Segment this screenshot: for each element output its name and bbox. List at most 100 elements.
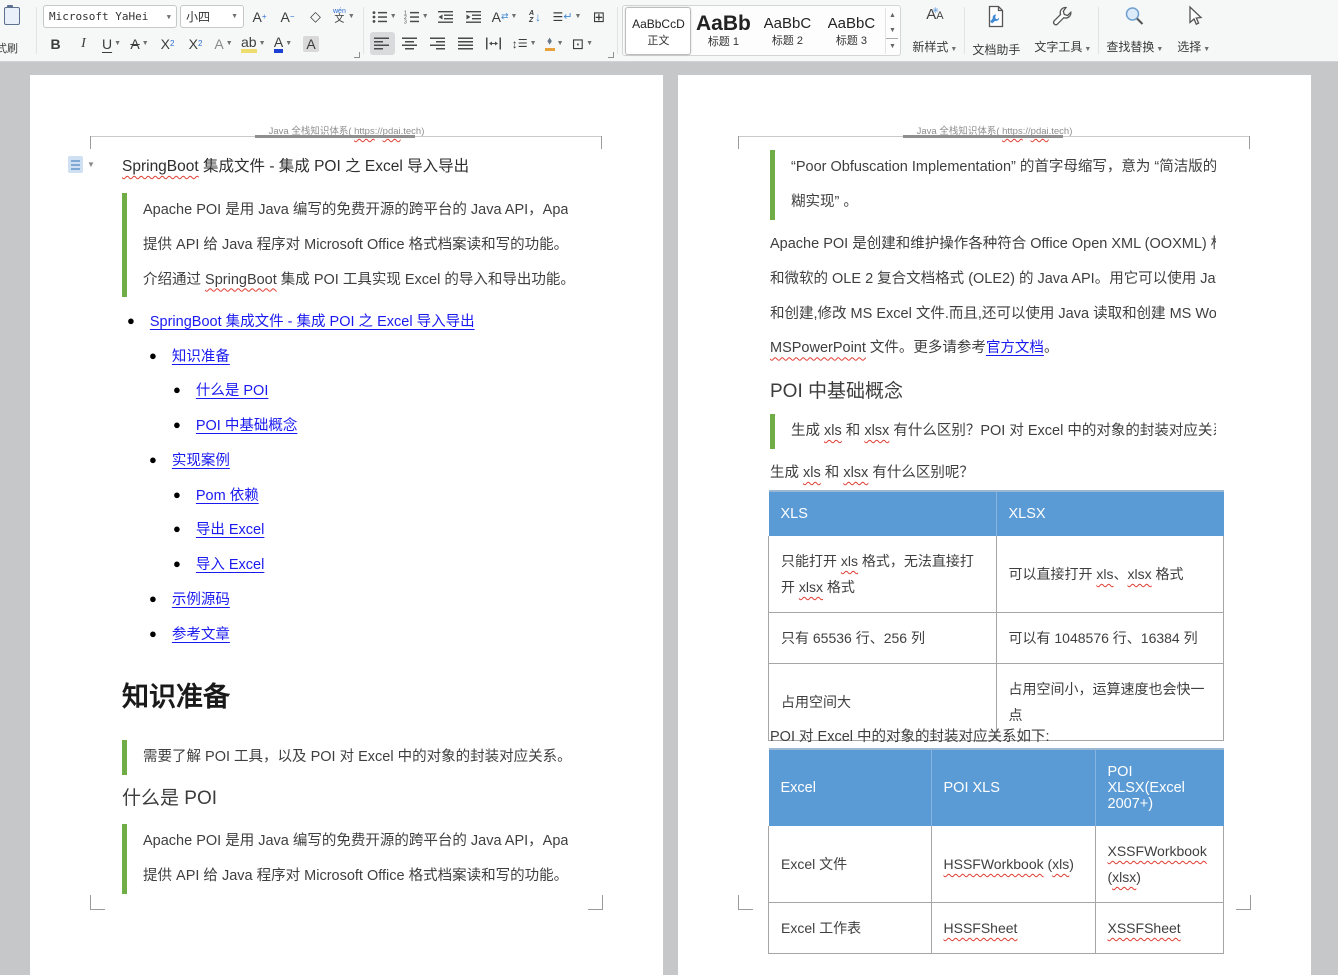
- text-line: Apache POI 是用 Java 编写的免费开源的跨平台的 Java API…: [143, 824, 568, 859]
- page-left[interactable]: Java 全栈知识体系( https://pdai.tech) ▼ Spring…: [30, 75, 663, 975]
- font-dialog-launcher[interactable]: [354, 52, 360, 58]
- style-label: 标题 1: [708, 35, 739, 49]
- font-size-value: 小四: [186, 8, 210, 25]
- insert-frame-button[interactable]: ⊞: [586, 5, 611, 28]
- new-style-button[interactable]: AA✳ 新样式▼: [905, 0, 964, 61]
- toc-link[interactable]: 知识准备: [172, 345, 230, 366]
- align-left-button[interactable]: [370, 32, 395, 55]
- superscript-button[interactable]: X2: [155, 32, 180, 55]
- borders-button[interactable]: ⊡▼: [570, 32, 596, 55]
- style-heading-2[interactable]: AaBbC 标题 2: [755, 9, 819, 53]
- text-line: MSPowerPoint 文件。更多请参考官方文档。: [770, 331, 1216, 366]
- show-marks-button[interactable]: ☰↵▼: [550, 5, 583, 28]
- strikethrough-button[interactable]: A▼: [127, 32, 152, 55]
- table-cell: XSSFWorkbook (xlsx): [1095, 826, 1224, 903]
- group-divider: [617, 7, 618, 54]
- format-painter-button[interactable]: 式刷: [0, 40, 30, 56]
- hyperlink[interactable]: 官方文档: [986, 340, 1044, 356]
- blockquote: Apache POI 是用 Java 编写的免费开源的跨平台的 Java API…: [122, 193, 568, 297]
- text-line: Apache POI 是创建和维护操作各种符合 Office Open XML …: [770, 227, 1216, 262]
- find-replace-button[interactable]: 查找替换▼: [1099, 0, 1170, 61]
- chevron-down-icon: ▼: [231, 13, 238, 20]
- font-color-button[interactable]: A▼: [271, 32, 296, 55]
- highlight-color-button[interactable]: ab▼: [239, 32, 268, 55]
- align-right-button[interactable]: [426, 32, 451, 55]
- increase-font-button[interactable]: A+: [247, 5, 272, 28]
- cursor-arrow-icon: [1183, 5, 1204, 28]
- text-run: 需要了解 POI 工具，以及 POI 对 Excel 中的对象的封装对应关系。: [143, 749, 568, 765]
- select-button[interactable]: 选择▼: [1170, 0, 1217, 61]
- numbered-list-button[interactable]: 123▼: [402, 5, 431, 28]
- text-run: 格式: [823, 579, 855, 595]
- styles-scroll-down-button[interactable]: ▼: [886, 23, 898, 38]
- character-shading-button[interactable]: A: [299, 32, 324, 55]
- document-assistant-button[interactable]: 文档助手: [965, 0, 1027, 61]
- font-size-combo[interactable]: 小四 ▼: [180, 5, 244, 28]
- paragraph-dialog-launcher[interactable]: [608, 52, 614, 58]
- font-group: Microsoft YaHei ▼ 小四 ▼ A+ A− ◇ wén文▼ B I U…: [37, 0, 363, 61]
- data-table: ExcelPOI XLSPOI XLSX(Excel 2007+)Excel 文…: [768, 748, 1224, 954]
- text-direction-button[interactable]: A⇄▼: [490, 5, 520, 28]
- toc-item: ●知识准备: [122, 338, 576, 373]
- shading-button[interactable]: ⬧▼: [542, 32, 567, 55]
- sort-button[interactable]: AZ↓: [522, 5, 547, 28]
- style-heading-1[interactable]: AaBb 标题 1: [691, 9, 755, 53]
- text-run: 有什么区别呢？: [868, 465, 974, 481]
- text-effects-button[interactable]: A▼: [211, 32, 236, 55]
- decrease-font-button[interactable]: A−: [275, 5, 300, 28]
- toc-link[interactable]: 示例源码: [172, 588, 230, 609]
- text-run: 和创建,修改 MS Excel 文件.而且,还可以使用 Java 读取和创建 M…: [770, 306, 1216, 322]
- text-run: xlsx: [799, 579, 823, 595]
- bullet-list-button[interactable]: ▼: [370, 5, 399, 28]
- blockquote: “Poor Obfuscation Implementation” 的首字母缩写…: [770, 150, 1216, 220]
- chevron-down-icon: ▼: [167, 13, 171, 21]
- justify-button[interactable]: [454, 32, 479, 55]
- text-run: 糊实现” 。: [791, 194, 858, 210]
- toc-link[interactable]: 导出 Excel: [196, 518, 265, 539]
- text-run: xls: [803, 465, 821, 481]
- styles-more-button[interactable]: ▼: [886, 38, 898, 54]
- text-run: 文件。更多请参考: [866, 340, 986, 356]
- text-run: 和: [842, 423, 865, 439]
- style-label: 标题 3: [836, 34, 867, 48]
- eraser-icon: ◇: [310, 8, 321, 25]
- text-line: 生成 xls 和 xlsx 有什么区别呢？: [770, 456, 1216, 491]
- font-name-combo[interactable]: Microsoft YaHei ▼: [43, 5, 177, 28]
- table-cell: HSSFWorkbook (xls): [931, 826, 1095, 903]
- table-row: 只有 65536 行、256 列可以有 1048576 行、16384 列: [769, 613, 1224, 664]
- paste-button[interactable]: [0, 4, 30, 27]
- subscript-button[interactable]: X2: [183, 32, 208, 55]
- column-header: XLSX: [996, 491, 1224, 536]
- style-preview: AaBbC: [828, 14, 876, 34]
- align-center-button[interactable]: [398, 32, 423, 55]
- toc-link[interactable]: SpringBoot 集成文件 - 集成 POI 之 Excel 导入导出: [150, 310, 475, 331]
- paragraph-style-selector[interactable]: ▼: [68, 156, 95, 173]
- page-right[interactable]: Java 全栈知识体系( https://pdai.tech) “Poor Ob…: [678, 75, 1311, 975]
- text-run: XSSFSheet: [1108, 920, 1181, 936]
- text-tools-button[interactable]: 文字工具▼: [1027, 0, 1098, 61]
- line-spacing-button[interactable]: ↕☰▼: [510, 32, 539, 55]
- toc-link[interactable]: 导入 Excel: [196, 553, 265, 574]
- italic-button[interactable]: I: [71, 32, 96, 55]
- toc-link[interactable]: 参考文章: [172, 623, 230, 644]
- decrease-indent-button[interactable]: [434, 5, 459, 28]
- style-heading-3[interactable]: AaBbC 标题 3: [819, 9, 883, 53]
- clear-format-button[interactable]: ◇: [303, 5, 328, 28]
- distribute-button[interactable]: [482, 32, 507, 55]
- toc-link[interactable]: 实现案例: [172, 449, 230, 470]
- text-run: 可以有 1048576 行、16384 列: [1009, 630, 1198, 646]
- justify-icon: [458, 37, 474, 50]
- increase-indent-button[interactable]: [462, 5, 487, 28]
- bold-button[interactable]: B: [43, 32, 68, 55]
- toc-link[interactable]: POI 中基础概念: [196, 414, 298, 435]
- table-cell: 只有 65536 行、256 列: [769, 613, 997, 664]
- document-canvas[interactable]: Java 全栈知识体系( https://pdai.tech) ▼ Spring…: [0, 62, 1338, 931]
- toc-link[interactable]: 什么是 POI: [196, 379, 269, 400]
- styles-scroll-up-button[interactable]: ▲: [886, 8, 898, 23]
- toc-link[interactable]: Pom 依赖: [196, 484, 259, 505]
- margin-mark: [588, 895, 603, 910]
- style-normal[interactable]: AaBbCcD 正文: [625, 7, 691, 55]
- pinyin-guide-button[interactable]: wén文▼: [331, 5, 357, 28]
- underline-button[interactable]: U▼: [99, 32, 124, 55]
- font-name-value: Microsoft YaHei: [49, 10, 148, 23]
